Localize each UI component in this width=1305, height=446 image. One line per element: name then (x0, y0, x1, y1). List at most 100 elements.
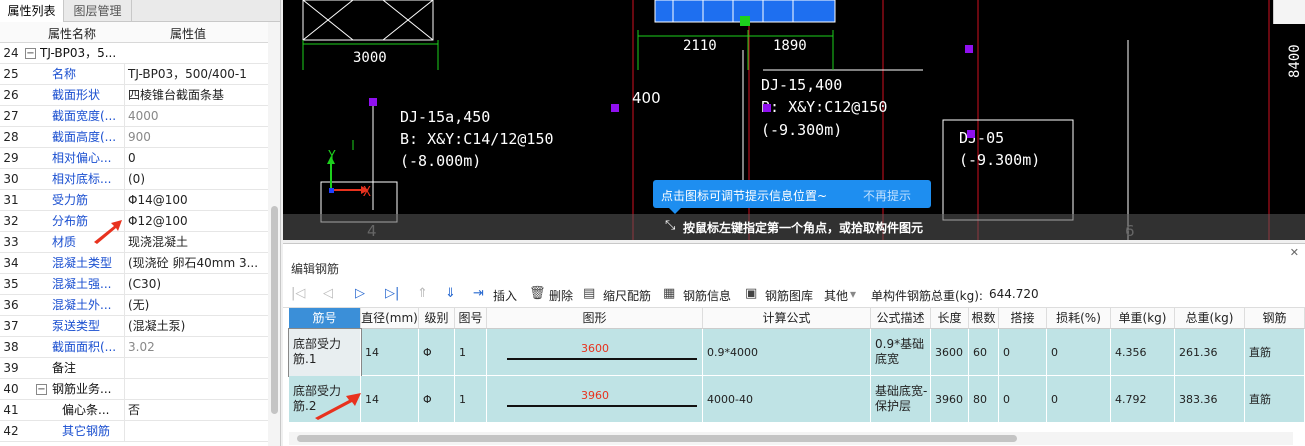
property-row[interactable]: 41 偏心条... 否 (0, 400, 268, 421)
property-value[interactable] (124, 421, 268, 442)
table-cell[interactable]: 0 (1047, 376, 1111, 423)
property-value[interactable]: 0 (124, 148, 268, 169)
property-row[interactable]: 40 − 钢筋业务... (0, 379, 268, 400)
table-cell[interactable]: 直筋 (1245, 376, 1305, 423)
cad-viewport[interactable]: Y X 3000 2110 1890 400 8400 4 6 DJ-15a,4… (283, 0, 1305, 240)
property-value[interactable]: (C30) (124, 274, 268, 295)
grade-cell[interactable]: Φ (419, 376, 455, 423)
rebar-shape-cell[interactable]: 3960 (487, 376, 703, 423)
scrollbar-thumb[interactable] (271, 206, 278, 414)
table-cell[interactable]: 14 (361, 376, 419, 423)
last-icon[interactable]: ▷| (385, 286, 399, 301)
close-icon[interactable]: ✕ (1290, 246, 1299, 259)
property-value[interactable] (124, 358, 268, 379)
column-header[interactable]: 图形 (487, 308, 703, 329)
property-value[interactable]: 900 (124, 127, 268, 148)
table-cell[interactable]: 直筋 (1245, 329, 1305, 376)
column-header[interactable]: 总重(kg) (1175, 308, 1245, 329)
property-value[interactable]: Φ14@100 (124, 190, 268, 211)
property-row[interactable]: 25 名称 TJ-BP03，500/400-1 (0, 64, 268, 85)
delete-icon[interactable]: 🗑 (529, 286, 546, 301)
table-cell[interactable]: 1 (455, 329, 487, 376)
insert-button[interactable]: 插入 (493, 287, 517, 304)
other-menu[interactable]: 其他 (824, 287, 848, 304)
property-row[interactable]: 31 受力筋 Φ14@100 (0, 190, 268, 211)
property-row[interactable]: 33 材质 现浇混凝土 (0, 232, 268, 253)
property-value[interactable]: Φ12@100 (124, 211, 268, 232)
table-cell[interactable]: 4.356 (1111, 329, 1175, 376)
delete-button[interactable]: 删除 (549, 287, 573, 304)
property-value[interactable]: 四棱锥台截面条基 (124, 85, 268, 106)
table-cell[interactable]: 261.36 (1175, 329, 1245, 376)
property-row[interactable]: 24− TJ-BP03，5... (0, 43, 268, 64)
property-row[interactable]: 38 截面面积(... 3.02 (0, 337, 268, 358)
table-cell[interactable]: 4000-40 (703, 376, 871, 423)
column-header[interactable]: 单重(kg) (1111, 308, 1175, 329)
column-header[interactable]: 损耗(%) (1047, 308, 1111, 329)
formula-desc-cell[interactable]: 0.9*基础底宽 (871, 329, 931, 376)
move-down-icon[interactable]: ⇓ (445, 286, 456, 301)
table-cell[interactable]: 1 (455, 376, 487, 423)
column-header[interactable]: 钢筋 (1245, 308, 1305, 329)
horizontal-scrollbar[interactable] (289, 432, 1293, 445)
property-row[interactable]: 39 备注 (0, 358, 268, 379)
property-row[interactable]: 35 混凝土强... (C30) (0, 274, 268, 295)
table-cell[interactable]: 80 (969, 376, 999, 423)
tab-layer-management[interactable]: 图层管理 (64, 0, 132, 22)
column-header[interactable]: 公式描述 (871, 308, 931, 329)
library-icon[interactable]: ▣ (745, 286, 757, 301)
table-cell[interactable]: 0.9*4000 (703, 329, 871, 376)
table-cell[interactable]: 60 (969, 329, 999, 376)
column-header[interactable]: 直径(mm) (361, 308, 419, 329)
scale-rebar-button[interactable]: 缩尺配筋 (603, 287, 651, 304)
property-row[interactable]: 27 截面宽度(... 4000 (0, 106, 268, 127)
formula-desc-cell[interactable]: 基础底宽-保护层 (871, 376, 931, 423)
rebar-shape-cell[interactable]: 3600 (487, 329, 703, 376)
column-header[interactable]: 图号 (455, 308, 487, 329)
scrollbar-thumb[interactable] (297, 435, 1017, 442)
table-cell[interactable]: 0 (999, 329, 1047, 376)
rebar-table[interactable]: 筋号 直径(mm) 级别 图号 图形 计算公式 公式描述 长度 根数 搭接 损耗(%) 单重(kg) 总… (288, 308, 1305, 431)
property-row[interactable]: 34 混凝土类型 (现浇砼 卵石40mm 3... (0, 253, 268, 274)
dismiss-hint-link[interactable]: 不再提示 (863, 187, 911, 204)
next-icon[interactable]: ▷ (355, 286, 365, 301)
grade-cell[interactable]: Φ (419, 329, 455, 376)
hint-tooltip[interactable]: 点击图标可调节提示信息位置~ 不再提示 (653, 180, 931, 214)
property-row[interactable]: 37 泵送类型 (混凝土泵) (0, 316, 268, 337)
property-value[interactable]: 3.02 (124, 337, 268, 358)
rebar-info-button[interactable]: 钢筋信息 (683, 287, 731, 304)
column-header[interactable]: 计算公式 (703, 308, 871, 329)
property-row[interactable]: 42 其它钢筋 (0, 421, 268, 442)
property-value[interactable]: 否 (124, 400, 268, 421)
rebar-library-button[interactable]: 钢筋图库 (765, 287, 813, 304)
tab-property-list[interactable]: 属性列表 (0, 0, 64, 22)
expand-toggle-icon[interactable]: − (25, 48, 36, 59)
chevron-down-icon[interactable]: ▾ (850, 287, 856, 301)
property-row[interactable]: 32 分布筋 Φ12@100 (0, 211, 268, 232)
move-up-icon[interactable]: ⇑ (417, 286, 428, 301)
view-icon[interactable] (1273, 0, 1305, 24)
column-header[interactable]: 搭接 (999, 308, 1047, 329)
table-cell[interactable]: 3600 (931, 329, 969, 376)
table-cell[interactable]: 0 (1047, 329, 1111, 376)
scale-icon[interactable]: ▤ (583, 286, 595, 301)
table-cell[interactable]: 383.36 (1175, 376, 1245, 423)
table-cell[interactable]: 14 (361, 329, 419, 376)
expand-toggle-icon[interactable]: − (36, 384, 47, 395)
property-value[interactable]: 现浇混凝土 (124, 232, 268, 253)
property-row[interactable]: 28 截面高度(... 900 (0, 127, 268, 148)
info-icon[interactable]: ▦ (663, 286, 675, 301)
rebar-name-cell[interactable]: 底部受力筋.1 (288, 328, 362, 377)
first-icon[interactable]: |◁ (291, 286, 305, 301)
insert-icon[interactable]: ⇥ (473, 286, 484, 301)
column-header[interactable]: 根数 (969, 308, 999, 329)
property-row[interactable]: 26 截面形状 四棱锥台截面条基 (0, 85, 268, 106)
property-value[interactable]: 4000 (124, 106, 268, 127)
property-value[interactable]: (0) (124, 169, 268, 190)
property-value[interactable]: (现浇砼 卵石40mm 3... (124, 253, 268, 274)
property-scrollbar[interactable] (268, 22, 280, 446)
column-header[interactable]: 级别 (419, 308, 455, 329)
property-value[interactable]: (无) (124, 295, 268, 316)
property-value[interactable] (124, 379, 268, 400)
prev-icon[interactable]: ◁ (323, 286, 333, 301)
